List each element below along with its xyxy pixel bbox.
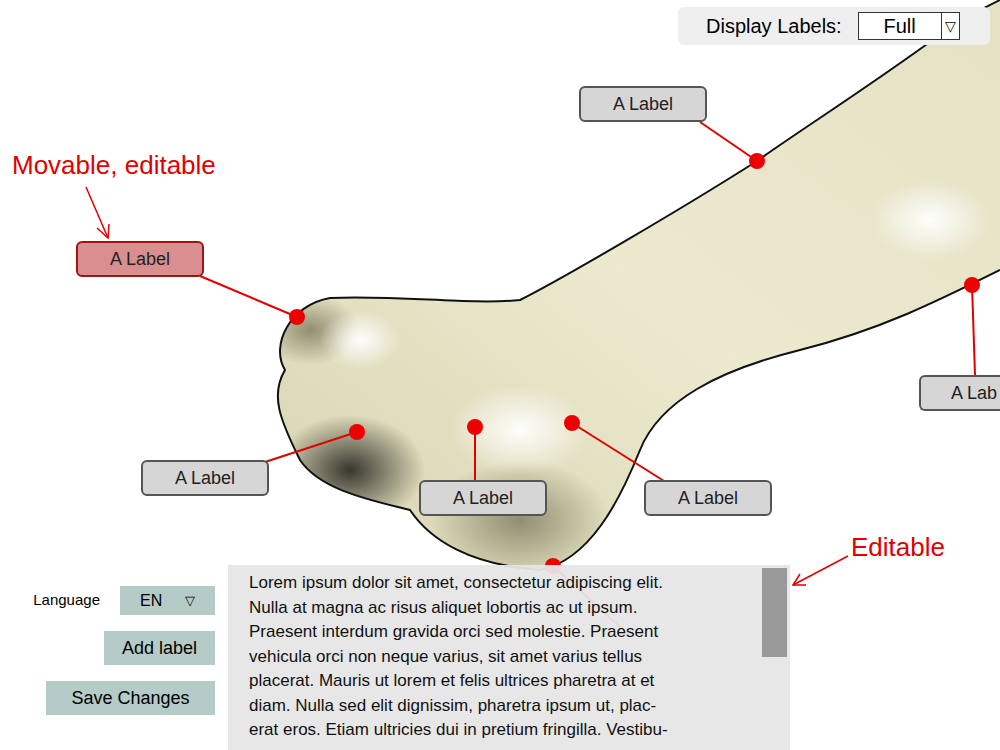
label-connector	[972, 285, 975, 375]
pin[interactable]	[564, 415, 580, 431]
editor-line: Praesent interdum gravida orci sed moles…	[249, 620, 758, 645]
pin[interactable]	[289, 309, 305, 325]
bone	[260, 0, 1000, 580]
add-label-button[interactable]: Add label	[104, 631, 215, 665]
bone-label[interactable]: A Lab	[919, 375, 1000, 411]
scrollbar[interactable]	[758, 565, 790, 750]
display-labels-select[interactable]: Full▽	[858, 12, 960, 40]
annotation-arrow-icon	[793, 556, 848, 585]
label-connector	[200, 276, 297, 317]
pin[interactable]	[349, 424, 365, 440]
bone-label[interactable]: A Label	[141, 460, 269, 496]
label-connector	[265, 432, 357, 462]
annotation: Editable	[851, 528, 945, 567]
dropdown-arrow-icon: ▽	[941, 13, 959, 39]
bone-label[interactable]: A Label	[419, 480, 547, 516]
scrollbar-thumb[interactable]	[762, 568, 787, 657]
pin[interactable]	[467, 419, 483, 435]
editor-line: vehicula orci non neque varius, sit amet…	[249, 645, 758, 670]
editor-line: erat eros. Etiam ultricies dui in pretiu…	[249, 718, 758, 743]
pin[interactable]	[749, 153, 765, 169]
editor-line: placerat. Mauris ut lorem et felis ultri…	[249, 669, 758, 694]
app: A Label A Label A Label A Label A Label A Lab…	[0, 0, 1000, 750]
editor-panel[interactable]: Lorem ipsum dolor sit amet, consectetur …	[228, 565, 790, 750]
dropdown-arrow-icon: ▽	[185, 591, 195, 611]
editor-line: diam. Nulla sed elit dignissim, pharetra…	[249, 694, 758, 719]
label-connector	[572, 423, 664, 481]
pin[interactable]	[964, 277, 980, 293]
label-connector	[700, 122, 757, 161]
controls-panel: Language EN▽ Add label Save Changes	[20, 586, 215, 715]
display-labels-bar: Display Labels: Full▽	[678, 7, 990, 45]
bone-label[interactable]: A Label	[579, 86, 707, 122]
language-label: Language	[33, 589, 100, 612]
bone-label[interactable]: A Label	[644, 480, 772, 516]
language-select[interactable]: EN▽	[120, 586, 215, 615]
save-changes-button[interactable]: Save Changes	[46, 681, 215, 715]
editor-line: Nulla at magna ac risus aliquet lobortis…	[249, 596, 758, 621]
editor-line: Lorem ipsum dolor sit amet, consectetur …	[249, 571, 758, 596]
display-labels-label: Display Labels:	[706, 11, 842, 41]
annotation: Movable, editable	[12, 146, 216, 185]
annotation-arrow-icon	[86, 187, 109, 238]
bone-label[interactable]: A Label	[76, 241, 204, 277]
